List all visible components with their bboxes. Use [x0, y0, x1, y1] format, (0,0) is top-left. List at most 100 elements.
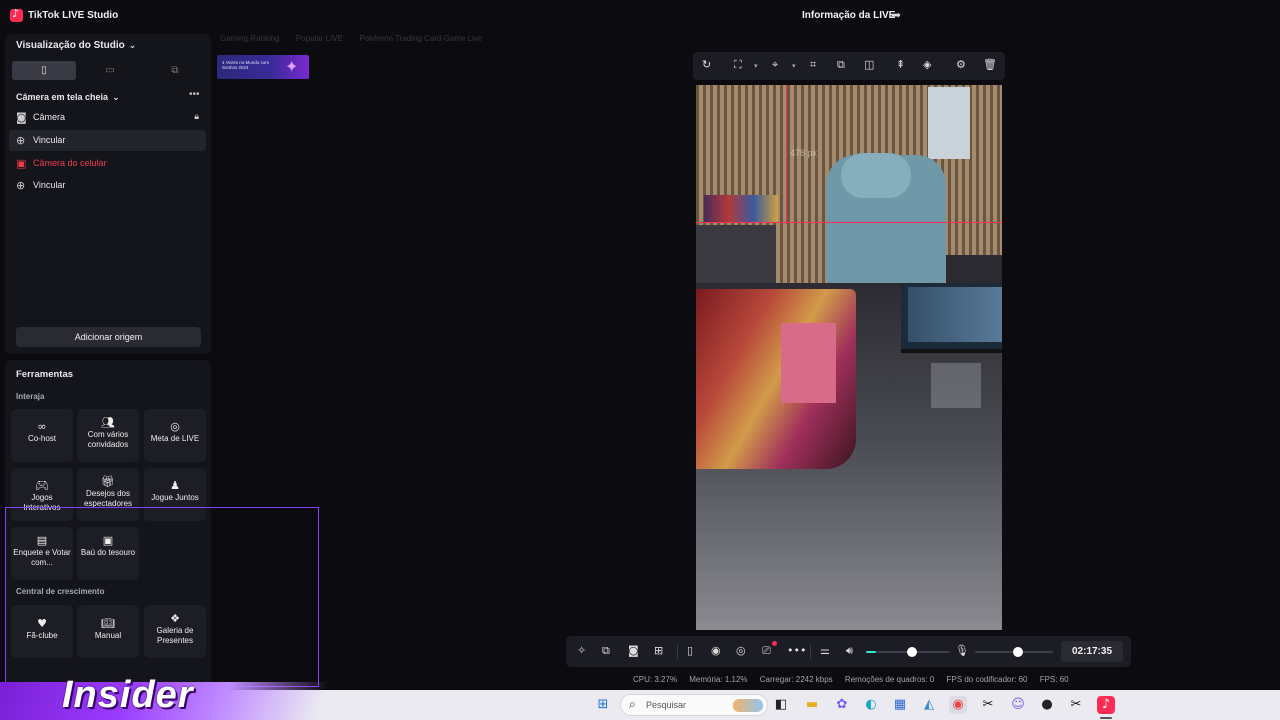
capcut-icon[interactable]: ✂	[979, 696, 997, 714]
source-label: Vincular	[33, 180, 66, 190]
search-highlight-art	[733, 699, 763, 712]
tool-label: Com vários convidados	[87, 430, 129, 449]
refresh-icon[interactable]: ↻	[702, 58, 711, 71]
layers-icon[interactable]: ◈	[923, 58, 931, 71]
chrome-icon[interactable]: ◉	[949, 696, 967, 714]
effects-icon[interactable]: ⧉	[602, 644, 610, 658]
magic-wand-icon[interactable]: ✧	[577, 644, 586, 657]
camera-record-icon[interactable]: ⎚	[762, 644, 771, 658]
taskbar-search[interactable]: ⌕ Pesquisar	[620, 694, 768, 716]
recommendation-item[interactable]: Pokémon Trading Card Game Live	[359, 34, 482, 43]
tool-interactive-games[interactable]: 🎮︎ Jogos Interativos	[11, 468, 73, 521]
tool-label: Enquete e Votar com...	[13, 548, 71, 567]
promo-thumbnail[interactable]: 4 Vezes no Mundo com Sonhos 2024 ✦	[217, 55, 309, 79]
file-explorer-icon[interactable]: ▬	[803, 696, 821, 714]
box-shape	[928, 87, 970, 159]
chat-app-icon[interactable]: ☺	[1009, 696, 1027, 714]
flip-icon[interactable]: ◫	[864, 58, 874, 71]
chevron-down-icon: ⌄	[128, 41, 137, 51]
windows-start-icon[interactable]: ⊞	[594, 696, 612, 714]
volume-slider[interactable]	[866, 647, 950, 657]
task-view-icon[interactable]: ◧	[772, 696, 790, 714]
screenshot-icon[interactable]: ◙	[628, 644, 639, 657]
replay-icon[interactable]: ◎	[736, 644, 746, 657]
record-icon[interactable]: ◉	[711, 644, 721, 657]
live-timer: 02:17:35	[1061, 641, 1123, 662]
users-icon: 👥︎	[101, 416, 115, 429]
tiktok-live-studio-icon[interactable]: ♪	[1097, 696, 1115, 714]
landscape-mode-button[interactable]: ▭	[78, 61, 142, 80]
fit-icon[interactable]: ⛶	[734, 58, 742, 72]
recommendation-item[interactable]: Popular LIVE	[296, 34, 343, 43]
align-icon[interactable]: ⌖	[772, 58, 778, 72]
stats-bar: CPU: 3.27% Memória: 1.12% Carregar: 2242…	[633, 675, 1079, 684]
source-link-2[interactable]: ⊕ Vincular	[9, 175, 206, 196]
source-camera[interactable]: ◙ Câmera 🔒︎	[9, 107, 206, 128]
tool-viewer-wishes[interactable]: 🎁︎ Desejos dos espectadores	[77, 468, 139, 521]
speaker-icon[interactable]: 🔊︎	[846, 644, 853, 658]
preview-canvas[interactable]: 478 px	[696, 85, 1002, 630]
lock-icon[interactable]: 🔒︎	[194, 107, 199, 128]
volume-knob[interactable]	[907, 647, 917, 657]
tool-poll[interactable]: ▤ Enquete e Votar com...	[11, 527, 73, 580]
studio-view-dropdown[interactable]: Visualização do Studio ⌄	[16, 40, 136, 51]
settings-icon[interactable]: ⚙	[956, 58, 966, 71]
store-icon[interactable]: ▦	[891, 696, 909, 714]
guide-label: 478 px	[790, 148, 818, 158]
capcut-alt-icon[interactable]: ✂	[1067, 696, 1085, 714]
divider	[677, 644, 678, 659]
recommendation-item[interactable]: Gaming Ranking	[220, 34, 280, 43]
portrait-mode-button[interactable]: ▯	[12, 61, 76, 80]
tool-multi-guest[interactable]: 👥︎ Com vários convidados	[77, 409, 139, 462]
section-growth: Central de crescimento	[16, 587, 105, 596]
phone-icon[interactable]: ▯	[687, 644, 693, 657]
add-source-button[interactable]: Adicionar origem	[16, 327, 201, 347]
mixer-icon[interactable]: ⚌	[820, 644, 830, 657]
joystick-icon: ♟	[170, 479, 180, 492]
source-link-1[interactable]: ⊕ Vincular	[9, 130, 206, 151]
thumbnail-text: 4 Vezes no Mundo com Sonhos 2024	[222, 60, 270, 70]
layer-up-icon[interactable]: ⇞	[896, 58, 905, 71]
dual-mode-button[interactable]: ⧉	[143, 61, 207, 80]
tool-label: Galeria de Presentes	[156, 626, 194, 645]
tool-manual[interactable]: 📖︎ Manual	[77, 605, 139, 658]
trash-icon[interactable]: 🗑︎	[983, 58, 997, 71]
chevron-down-icon[interactable]: ▾	[754, 62, 758, 70]
acrylic-stand-shape	[931, 363, 981, 408]
microphone-icon[interactable]: 🎙︎	[955, 644, 969, 657]
tool-label: Fã-clube	[26, 631, 58, 640]
share-icon[interactable]: ➦	[891, 8, 901, 22]
live-info-link[interactable]: Informação da LIVE	[802, 10, 895, 21]
tool-gift-gallery[interactable]: ❖ Galeria de Presentes	[144, 605, 206, 658]
scene-dropdown[interactable]: Câmera em tela cheia ⌄	[16, 92, 120, 103]
crop-icon[interactable]: ⌗	[810, 58, 816, 72]
tool-play-together[interactable]: ♟ Jogue Juntos	[144, 468, 206, 521]
app-icon[interactable]: ◭	[920, 696, 938, 714]
tool-treasure-chest[interactable]: ▣ Baú do tesouro	[77, 527, 139, 580]
tool-live-goal[interactable]: ◎ Meta de LIVE	[144, 409, 206, 462]
chair-headrest-shape	[841, 153, 911, 198]
globe-icon: ⊕	[16, 134, 26, 147]
duplicate-icon[interactable]: ⧉	[837, 58, 845, 72]
copilot-icon[interactable]: ✿	[833, 696, 851, 714]
tool-label: Meta de LIVE	[150, 434, 200, 443]
camera-icon: ◙	[16, 111, 27, 124]
guide-line-vertical	[786, 85, 787, 225]
tool-co-host[interactable]: ∞ Co-host	[11, 409, 73, 462]
source-phone-camera[interactable]: ▣ Câmera do celular	[9, 153, 206, 174]
section-interact: Interaja	[16, 392, 45, 401]
studio-panel: Visualização do Studio ⌄ ▯ ▭ ⧉ Câmera em …	[5, 34, 211, 354]
add-screen-icon[interactable]: ⊞	[654, 644, 663, 657]
scene-title: Câmera em tela cheia	[16, 92, 109, 102]
more-icon[interactable]: •••	[189, 89, 200, 100]
more-icon[interactable]: •••	[787, 644, 806, 657]
obs-icon[interactable]: ●	[1038, 696, 1056, 714]
chest-icon: ▣	[102, 534, 114, 547]
camera-feed-bottom	[696, 283, 1002, 630]
mic-knob[interactable]	[1013, 647, 1023, 657]
chevron-down-icon[interactable]: ▾	[792, 62, 796, 70]
mic-slider[interactable]	[975, 647, 1053, 657]
chevron-down-icon: ⌄	[112, 93, 120, 103]
tool-fan-club[interactable]: ♥ Fã-clube	[11, 605, 73, 658]
edge-icon[interactable]: ◐	[862, 696, 880, 714]
